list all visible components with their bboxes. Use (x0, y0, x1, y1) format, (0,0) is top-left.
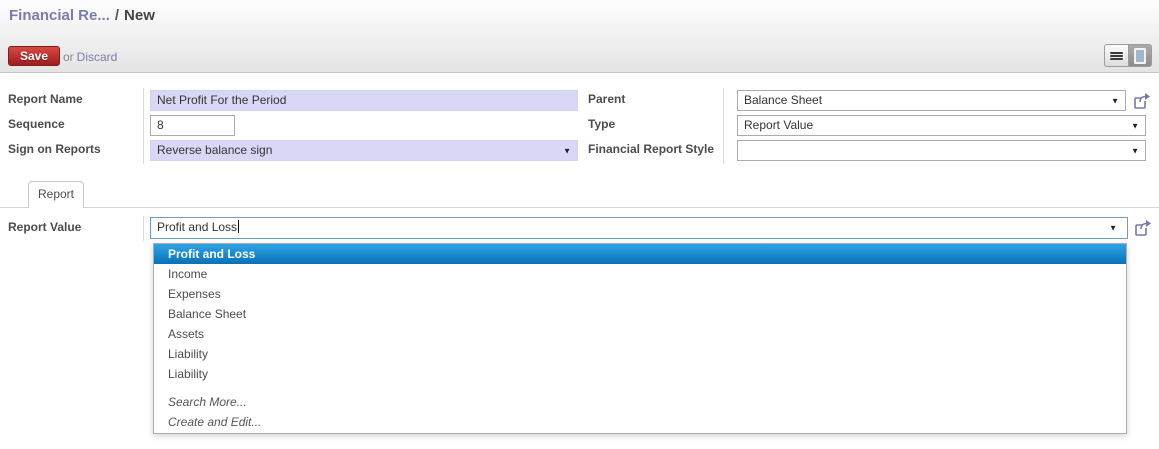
sign-on-reports-select[interactable]: Reverse balance sign ▼ (150, 140, 578, 161)
dropdown-item-assets[interactable]: Assets (154, 324, 1126, 344)
header-bar: Financial Re... / New Save or Discard (0, 0, 1159, 73)
report-value-separator (143, 216, 144, 241)
report-name-input[interactable]: Net Profit For the Period (150, 90, 578, 111)
breadcrumb-separator: / (114, 7, 120, 24)
chevron-down-icon: ▼ (1109, 223, 1117, 233)
financial-report-form-page: Financial Re... / New Save or Discard Repor… (0, 0, 1159, 449)
sequence-input[interactable]: 8 (150, 115, 235, 136)
left-column-separator (143, 88, 144, 164)
save-button[interactable]: Save (8, 46, 61, 66)
report-value-text: Profit and Loss (157, 220, 238, 234)
dropdown-item-profit-and-loss[interactable]: Profit and Loss (154, 244, 1126, 264)
dropdown-create-and-edit[interactable]: Create and Edit... (154, 412, 1126, 432)
dropdown-item-liability-2[interactable]: Liability (154, 364, 1126, 384)
dropdown-item-balance-sheet[interactable]: Balance Sheet (154, 304, 1126, 324)
dropdown-item-income[interactable]: Income (154, 264, 1126, 284)
parent-value: Balance Sheet (744, 93, 823, 107)
dropdown-item-expenses[interactable]: Expenses (154, 284, 1126, 304)
report-value-input[interactable]: Profit and Loss ▼ (150, 217, 1128, 239)
sign-on-reports-label: Sign on Reports (8, 142, 101, 156)
dropdown-gap (154, 384, 1126, 392)
chevron-down-icon: ▼ (1131, 121, 1139, 130)
type-value: Report Value (744, 118, 814, 132)
or-label: or (63, 50, 74, 64)
text-cursor (238, 220, 240, 233)
tab-bar-underline (0, 207, 1159, 208)
list-icon (1110, 51, 1123, 61)
autocomplete-dropdown: Profit and Loss Income Expenses Balance … (153, 243, 1127, 434)
tab-report[interactable]: Report (28, 181, 84, 208)
chevron-down-icon: ▼ (1111, 96, 1119, 105)
report-value-label: Report Value (8, 220, 82, 234)
discard-area: or Discard (63, 50, 117, 64)
financial-report-style-select[interactable]: ▼ (737, 140, 1146, 161)
breadcrumb-parent-link[interactable]: Financial Re... (9, 7, 110, 24)
sign-on-reports-value: Reverse balance sign (157, 143, 273, 157)
form-view-button[interactable] (1128, 44, 1152, 67)
external-link-icon[interactable] (1132, 91, 1152, 111)
chevron-down-icon: ▼ (1131, 146, 1139, 155)
right-column-separator (723, 88, 724, 164)
parent-label: Parent (588, 92, 626, 106)
dropdown-search-more[interactable]: Search More... (154, 392, 1126, 412)
financial-report-style-label: Financial Report Style (588, 142, 715, 156)
type-label: Type (588, 117, 616, 131)
view-switcher (1104, 44, 1152, 67)
report-name-value: Net Profit For the Period (157, 93, 287, 107)
type-select[interactable]: Report Value ▼ (737, 115, 1146, 136)
breadcrumb-current: New (124, 7, 155, 24)
form-icon (1134, 47, 1146, 64)
external-link-icon[interactable] (1133, 218, 1153, 238)
report-name-label: Report Name (8, 92, 83, 106)
chevron-down-icon: ▼ (563, 146, 571, 155)
sequence-value: 8 (157, 118, 164, 132)
sequence-label: Sequence (8, 117, 65, 131)
parent-combo-input[interactable]: Balance Sheet ▼ (737, 90, 1126, 111)
list-view-button[interactable] (1104, 44, 1128, 67)
breadcrumb: Financial Re... / New (9, 7, 155, 24)
dropdown-item-liability-1[interactable]: Liability (154, 344, 1126, 364)
discard-link[interactable]: Discard (77, 50, 118, 64)
